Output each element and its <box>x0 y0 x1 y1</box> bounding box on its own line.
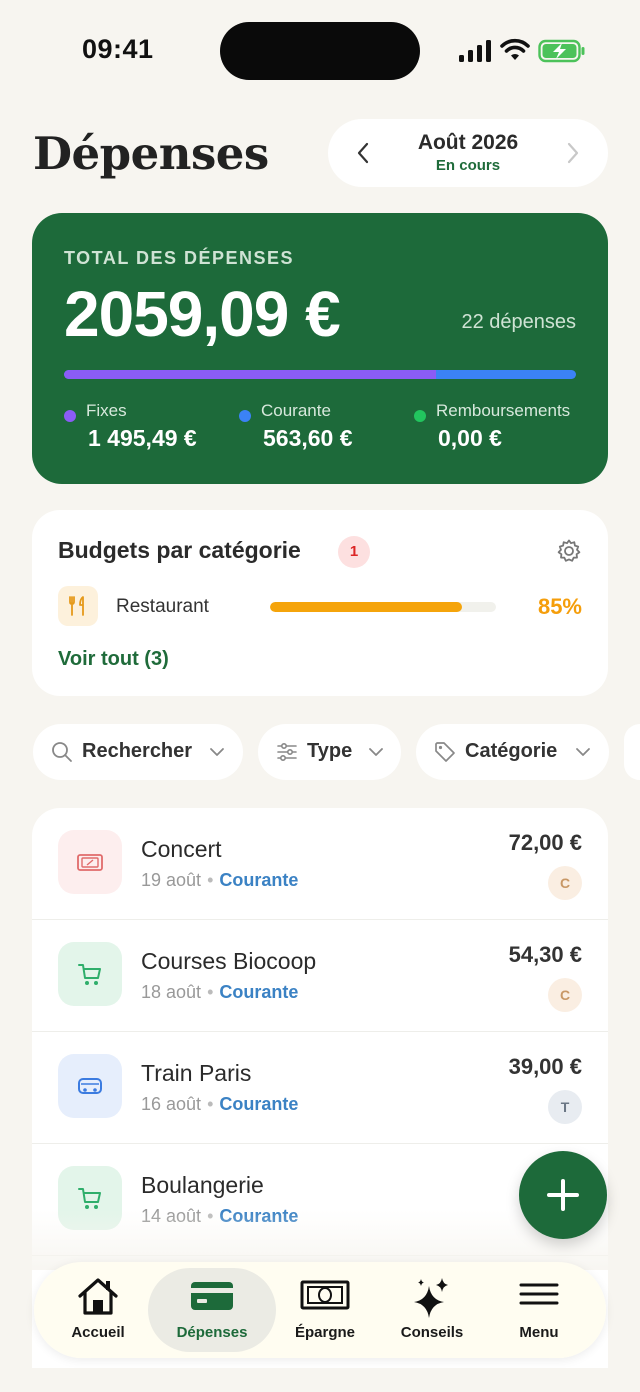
type-filter-label: Type <box>307 740 353 762</box>
legend-label: Courante <box>261 401 331 420</box>
sliders-icon <box>277 742 297 762</box>
expense-date: 18 août <box>141 982 202 1002</box>
nav-item-menu[interactable]: Menu <box>486 1262 592 1358</box>
legend-value: 0,00 € <box>438 425 502 451</box>
budget-category-icon <box>58 586 98 626</box>
legend-dot <box>64 410 76 422</box>
budget-alert-badge: 1 <box>338 536 370 568</box>
nav-item-accueil[interactable]: Accueil <box>40 1262 156 1358</box>
banknote-icon <box>300 1280 350 1310</box>
total-card[interactable]: TOTAL DES DÉPENSES 2059,09 € 22 dépenses… <box>32 213 608 484</box>
nav-item-epargne[interactable]: Épargne <box>272 1262 378 1358</box>
expense-date: 16 août <box>141 1094 202 1114</box>
list-fade <box>32 1210 608 1270</box>
expense-type: Courante <box>219 982 299 1002</box>
tag-icon <box>435 742 455 762</box>
chevron-right-icon[interactable] <box>560 139 586 167</box>
budget-percent: 85% <box>537 594 582 619</box>
budget-title: Budgets par catégorie <box>58 537 301 563</box>
expense-category-icon <box>58 830 122 894</box>
expense-title: Train Paris <box>141 1060 252 1086</box>
legend-value: 563,60 € <box>263 425 353 451</box>
fork-knife-icon <box>69 596 84 616</box>
spending-split-bar <box>64 370 576 379</box>
legend-label: Fixes <box>86 401 127 420</box>
budget-progress-track <box>270 602 496 612</box>
status-time: 09:41 <box>82 34 154 64</box>
chevron-down-icon <box>576 748 590 756</box>
expense-row[interactable]: Train Paris 16 août • Courante 39,00 € T <box>32 1032 608 1144</box>
menu-icon <box>519 1283 559 1305</box>
expense-count: 22 dépenses <box>461 311 576 333</box>
avatar: T <box>548 1090 582 1124</box>
meta-separator: • <box>207 982 214 1002</box>
status-bar: 09:41 <box>0 0 640 100</box>
nav-item-conseils[interactable]: Conseils <box>379 1262 485 1358</box>
search-filter-label: Rechercher <box>82 740 193 762</box>
add-expense-button[interactable] <box>519 1151 607 1239</box>
expense-date: 19 août <box>141 870 202 890</box>
expense-row[interactable]: Courses Biocoop 18 août • Courante 54,30 €… <box>32 920 608 1032</box>
expense-amount: 54,30 € <box>508 942 582 967</box>
expense-type: Courante <box>219 870 299 890</box>
avatar: C <box>548 866 582 900</box>
meta-separator: • <box>207 870 214 890</box>
nav-label: Menu <box>519 1324 559 1341</box>
battery-charging-icon <box>538 39 585 63</box>
legend-label: Remboursements <box>436 401 571 420</box>
expense-row[interactable]: Concert 19 août • Courante 72,00 € C <box>32 808 608 920</box>
meta-separator: • <box>207 1094 214 1114</box>
gear-icon[interactable] <box>556 538 582 564</box>
dynamic-island <box>220 22 420 80</box>
month-picker: Août 2026 En cours <box>328 119 608 187</box>
plus-icon <box>547 1179 579 1211</box>
expense-meta: 16 août • Courante <box>141 1094 298 1115</box>
chevron-down-icon <box>210 748 224 756</box>
expense-amount: 39,00 € <box>508 1054 582 1079</box>
bottom-nav: Accueil Dépenses Épargne Conseils Menu <box>34 1262 606 1358</box>
chevron-down-icon <box>369 748 383 756</box>
wifi-icon <box>500 38 530 60</box>
expense-category-icon <box>58 1054 122 1118</box>
expense-category-icon <box>58 942 122 1006</box>
nav-label: Conseils <box>400 1324 464 1341</box>
search-icon <box>52 742 72 762</box>
budget-card: Budgets par catégorie 1 Restaurant 85% V… <box>32 510 608 696</box>
avatar: C <box>548 978 582 1012</box>
search-filter-button[interactable]: Rechercher <box>33 724 243 780</box>
sparkles-icon <box>414 1278 448 1318</box>
expense-title: Concert <box>141 836 222 862</box>
home-icon <box>78 1278 118 1315</box>
nav-label: Accueil <box>71 1324 125 1341</box>
see-all-link[interactable]: Voir tout (3) <box>58 648 169 671</box>
legend-dot <box>414 410 426 422</box>
more-filter-chip[interactable] <box>624 724 640 780</box>
category-filter-button[interactable]: Catégorie <box>416 724 609 780</box>
card-icon <box>191 1282 233 1310</box>
expense-meta: 18 août • Courante <box>141 982 298 1003</box>
budget-category-name: Restaurant <box>116 596 209 617</box>
legend-value: 1 495,49 € <box>88 425 197 451</box>
legend-dot <box>239 410 251 422</box>
total-amount: 2059,09 € <box>64 278 341 350</box>
expense-meta: 19 août • Courante <box>141 870 298 891</box>
spending-split-fixes <box>64 370 436 379</box>
expense-type: Courante <box>219 1094 299 1114</box>
nav-label: Dépenses <box>176 1324 248 1341</box>
category-filter-label: Catégorie <box>465 740 558 762</box>
page-title: Dépenses <box>33 127 269 180</box>
signal-icon <box>459 40 491 62</box>
expense-title: Courses Biocoop <box>141 948 317 974</box>
budget-progress-fill <box>270 602 463 612</box>
type-filter-button[interactable]: Type <box>258 724 401 780</box>
nav-item-depenses[interactable]: Dépenses <box>148 1262 276 1358</box>
expense-amount: 72,00 € <box>508 830 582 855</box>
nav-label: Épargne <box>294 1324 355 1341</box>
expense-title: Boulangerie <box>141 1172 264 1198</box>
total-label: TOTAL DES DÉPENSES <box>64 248 295 268</box>
